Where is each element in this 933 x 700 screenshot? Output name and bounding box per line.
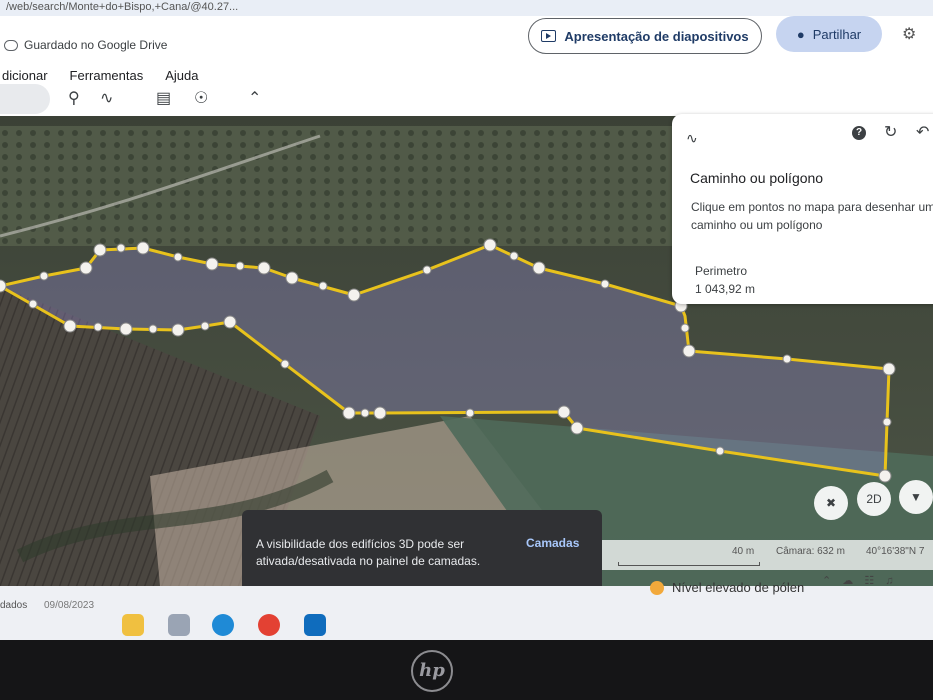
map-status-bar: 40 m Câmara: 632 m 40°16'38"N 7 (600, 540, 933, 570)
laptop-bezel (0, 640, 933, 700)
measure-value: 1 043,92 m (695, 282, 756, 296)
file-explorer-icon[interactable] (122, 614, 144, 636)
compass-icon: ✖ (825, 496, 837, 510)
imagery-date: 09/08/2023 (44, 600, 95, 611)
ruler-icon[interactable]: ▤ (156, 88, 171, 108)
settings-gear-icon[interactable]: ⚙ (902, 24, 916, 44)
scale-line (618, 562, 760, 566)
search-pill[interactable] (0, 84, 50, 114)
pegman-icon: ▼ (910, 490, 922, 504)
scale-distance: 40 m (732, 546, 755, 557)
view-2d-button[interactable]: 2D (857, 482, 891, 516)
weather-widget[interactable]: Nível elevado de pólen (650, 580, 804, 595)
tilt-reset-button[interactable]: ✖ (814, 486, 848, 520)
windows-taskbar: dados 09/08/2023 Nível elevado de pólen … (0, 575, 933, 640)
outlook-icon[interactable] (304, 614, 326, 636)
save-status: Guardado no Google Drive (4, 38, 167, 52)
pollen-icon (650, 580, 664, 595)
share-button[interactable]: ● Partilhar (776, 16, 882, 52)
toolbar: ⚲ ∿ ▤ ☉ ⌃ (0, 80, 933, 116)
undo-icon[interactable]: ↶ (916, 122, 929, 142)
snackbar: A visibilidade dos edifícios 3D pode ser… (242, 510, 602, 596)
pegman-button[interactable]: ▼ (899, 480, 933, 514)
panel-title: Caminho ou polígono (690, 170, 824, 186)
save-status-text: Guardado no Google Drive (24, 38, 168, 52)
store-icon[interactable] (168, 614, 190, 636)
hp-logo: hp (411, 650, 453, 692)
taskbar-left-text: dados (0, 600, 28, 611)
panel-description: Clique em pontos no mapa para desenhar u… (691, 200, 933, 232)
collapse-chevron-icon[interactable]: ⌃ (248, 88, 261, 108)
system-tray-icons[interactable]: ⌃ ☁ ☷ ♫ (822, 574, 898, 587)
snackbar-message: A visibilidade dos edifícios 3D pode ser… (256, 537, 481, 568)
slideshow-label: Apresentação de diapositivos (564, 28, 749, 44)
placemark-icon[interactable]: ⚲ (68, 88, 80, 108)
address-bar[interactable]: /web/search/Monte+do+Bispo,+Cana/@40.27.… (0, 0, 933, 16)
edge-icon[interactable] (212, 614, 234, 636)
play-icon (541, 30, 557, 42)
monitor-screen: /web/search/Monte+do+Bispo,+Cana/@40.27.… (0, 0, 933, 640)
street-view-icon[interactable]: ☉ (194, 88, 208, 108)
cloud-icon (4, 39, 18, 51)
camera-altitude: Câmara: 632 m (776, 546, 845, 557)
path-icon: ∿ (686, 130, 698, 146)
draw-path-icon[interactable]: ∿ (100, 88, 113, 108)
measure-label: Perimetro (695, 264, 748, 278)
refresh-icon[interactable]: ↻ (884, 122, 897, 142)
person-add-icon: ● (796, 26, 805, 42)
pollen-text: Nível elevado de pólen (672, 580, 805, 595)
help-icon[interactable]: ? (852, 126, 866, 140)
snackbar-layers-button[interactable]: Camadas (526, 536, 579, 550)
share-label: Partilhar (812, 26, 862, 42)
path-polygon-panel: ∿ ? ↻ ↶ Caminho ou polígono Clique em po… (672, 114, 933, 304)
chrome-icon[interactable] (258, 614, 280, 636)
coordinates: 40°16'38"N 7 (866, 546, 925, 557)
slideshow-button[interactable]: Apresentação de diapositivos (528, 18, 762, 54)
